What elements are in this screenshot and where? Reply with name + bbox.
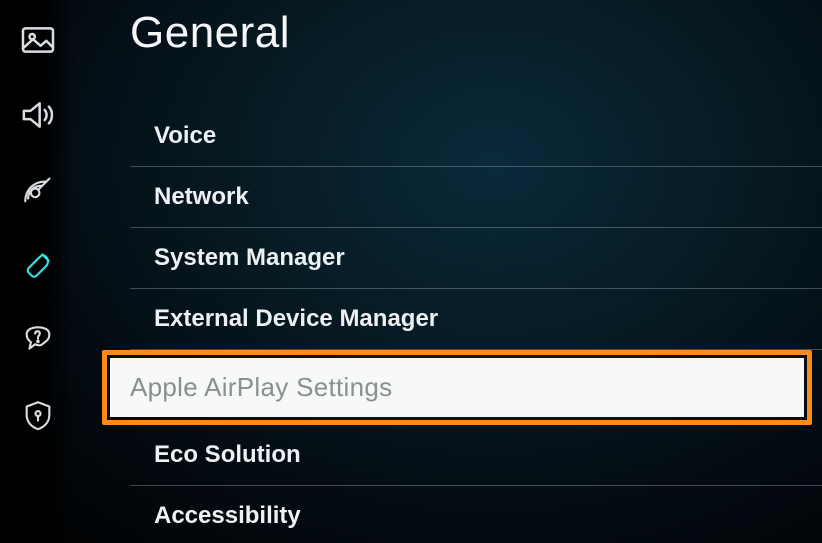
picture-icon[interactable] bbox=[18, 20, 58, 60]
main-panel: General Voice Network System Manager Ext… bbox=[75, 0, 822, 543]
menu-item-label: External Device Manager bbox=[154, 305, 438, 332]
menu-item-eco-solution[interactable]: Eco Solution bbox=[130, 425, 822, 486]
support-icon[interactable] bbox=[18, 320, 58, 360]
menu-item-label: System Manager bbox=[154, 244, 345, 271]
menu-item-apple-airplay-settings[interactable]: Apple AirPlay Settings bbox=[130, 350, 822, 425]
menu-item-label: Apple AirPlay Settings bbox=[130, 372, 392, 402]
menu-item-network[interactable]: Network bbox=[130, 167, 822, 228]
settings-menu: Voice Network System Manager External De… bbox=[130, 106, 822, 543]
menu-item-label: Network bbox=[154, 183, 249, 210]
menu-item-voice[interactable]: Voice bbox=[130, 106, 822, 167]
page-title: General bbox=[130, 8, 822, 58]
broadcasting-icon[interactable] bbox=[18, 170, 58, 210]
menu-item-label: Voice bbox=[154, 122, 216, 149]
menu-item-accessibility[interactable]: Accessibility bbox=[130, 486, 822, 543]
privacy-icon[interactable] bbox=[18, 395, 58, 435]
sound-icon[interactable] bbox=[18, 95, 58, 135]
general-icon[interactable] bbox=[18, 245, 58, 285]
menu-item-label: Eco Solution bbox=[154, 441, 301, 468]
menu-item-external-device-manager[interactable]: External Device Manager bbox=[130, 289, 822, 350]
menu-item-label: Accessibility bbox=[154, 502, 301, 529]
highlight-annotation: Apple AirPlay Settings bbox=[102, 350, 812, 425]
menu-item-system-manager[interactable]: System Manager bbox=[130, 228, 822, 289]
settings-sidebar bbox=[0, 0, 75, 543]
